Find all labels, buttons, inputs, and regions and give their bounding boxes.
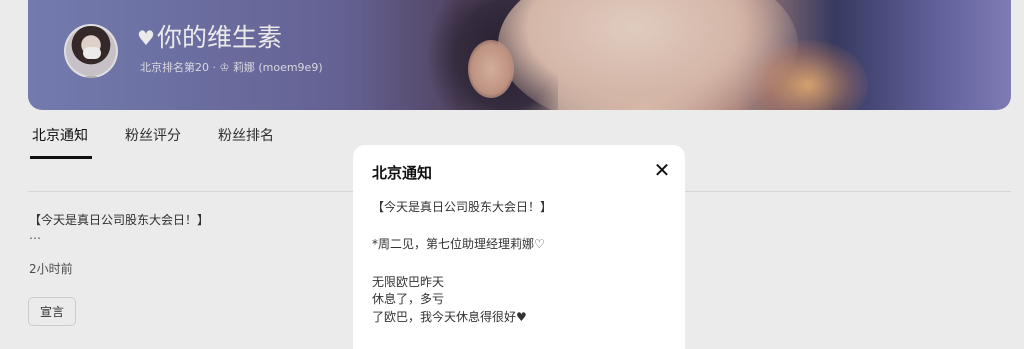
modal-line: 【今天是真日公司股东大会日！】 <box>372 200 553 214</box>
modal-line: 无限欧巴昨天 <box>372 275 445 289</box>
close-icon[interactable]: ✕ <box>653 160 671 180</box>
modal-line: 休息了，多亏 <box>372 292 445 306</box>
modal-line: 了欧巴，我今天休息得很好♥ <box>372 310 527 324</box>
modal-line: *周二见，第七位助理经理莉娜♡ <box>372 237 545 251</box>
modal-title: 北京通知 <box>372 164 433 182</box>
notice-modal: 北京通知 ✕ 【今天是真日公司股东大会日！】 *周二见，第七位助理经理莉娜♡ 无… <box>353 145 685 349</box>
